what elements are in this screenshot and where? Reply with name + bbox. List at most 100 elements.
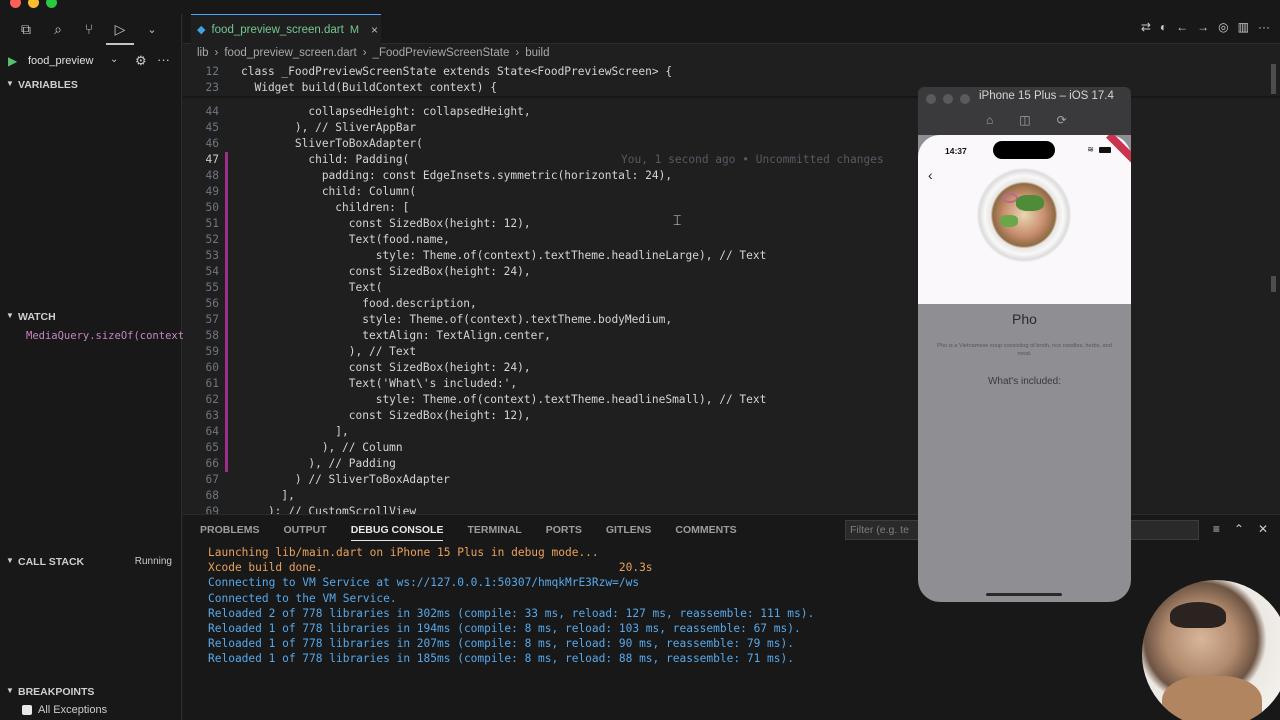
- console-line: Reloaded 2 of 778 libraries in 302ms (co…: [208, 606, 815, 620]
- close-panel-icon[interactable]: ✕: [1258, 522, 1268, 536]
- zoom-window-icon[interactable]: [960, 94, 970, 104]
- checkbox[interactable]: [22, 705, 32, 715]
- gitlens-icon[interactable]: ◎: [1218, 20, 1228, 34]
- breadcrumb-item[interactable]: lib: [197, 47, 209, 59]
- watch-section-header[interactable]: ▼ WATCH: [0, 307, 182, 327]
- breadcrumb-item[interactable]: build: [525, 47, 549, 59]
- line-number: 46: [205, 137, 219, 150]
- modified-gutter-marker: [225, 168, 228, 184]
- modified-gutter-marker: [225, 296, 228, 312]
- call-stack-section-header[interactable]: ▼ CALL STACK Running: [0, 552, 182, 572]
- line-number: 49: [205, 185, 219, 198]
- minimize-window-icon[interactable]: [28, 0, 39, 8]
- line-number: 63: [205, 409, 219, 422]
- run-config-select[interactable]: food_preview: [28, 55, 93, 67]
- phone-screen[interactable]: 14:37 ≋ ‹ Pho Pho is a Vietnamese soup c…: [918, 135, 1131, 602]
- modified-gutter-marker: [225, 344, 228, 360]
- line-number: 56: [205, 297, 219, 310]
- back-chevron-icon[interactable]: ‹: [928, 167, 933, 183]
- code-text: Widget build(BuildContext context) {: [241, 81, 497, 94]
- panel-tabs: PROBLEMS OUTPUT DEBUG CONSOLE TERMINAL PORTS…: [200, 524, 761, 541]
- breadcrumb-item[interactable]: food_preview_screen.dart: [224, 47, 356, 59]
- line-number: 54: [205, 265, 219, 278]
- close-window-icon[interactable]: [10, 0, 21, 8]
- more-actions-icon[interactable]: ···: [1258, 20, 1270, 34]
- debug-sidebar: ⧉ ⌕ ⑂ ▷ ⌄ ▶ food_preview ⌄ ⚙ ··· ▼ VARIA…: [0, 14, 190, 720]
- variables-title: VARIABLES: [18, 79, 78, 91]
- simulator-title: iPhone 15 Plus – iOS 17.4: [979, 90, 1114, 102]
- maximize-panel-icon[interactable]: ⌃: [1234, 522, 1244, 536]
- home-icon[interactable]: ⌂: [986, 113, 993, 127]
- breakpoints-section-header[interactable]: ▼ BREAKPOINTS: [0, 682, 182, 702]
- close-window-icon[interactable]: [926, 94, 936, 104]
- modified-gutter-marker: [225, 200, 228, 216]
- console-line: Reloaded 1 of 778 libraries in 207ms (co…: [208, 637, 794, 651]
- modified-gutter-marker: [225, 264, 228, 280]
- start-debugging-icon[interactable]: ▶: [8, 54, 17, 68]
- split-editor-icon[interactable]: ▥: [1238, 20, 1249, 34]
- editor-tab[interactable]: ◆ food_preview_screen.dart M ×: [191, 14, 381, 44]
- modified-gutter-marker: [225, 248, 228, 264]
- panel-tab[interactable]: PROBLEMS: [200, 524, 260, 541]
- code-text: const SizedBox(height: 12),: [241, 409, 531, 422]
- code-text: style: Theme.of(context).textTheme.headl…: [241, 393, 767, 406]
- panel-tab[interactable]: OUTPUT: [284, 524, 327, 541]
- panel-tab[interactable]: DEBUG CONSOLE: [350, 524, 444, 541]
- prev-change-icon[interactable]: ←: [1176, 20, 1188, 34]
- code-text: collapsedHeight: collapsedHeight,: [241, 105, 531, 118]
- panel-tab[interactable]: COMMENTS: [675, 524, 736, 541]
- line-number: 52: [205, 233, 219, 246]
- line-number: 57: [205, 313, 219, 326]
- modified-badge: M: [349, 23, 359, 36]
- minimize-window-icon[interactable]: [943, 94, 953, 104]
- scrollbar-thumb[interactable]: [1271, 64, 1276, 94]
- line-number: 45: [205, 121, 219, 134]
- code-text: children: [: [241, 201, 410, 214]
- modified-gutter-marker: [225, 328, 228, 344]
- code-text: ) // SliverToBoxAdapter: [241, 473, 450, 486]
- clear-console-icon[interactable]: ≡: [1213, 522, 1220, 536]
- panel-tab[interactable]: GITLENS: [606, 524, 652, 541]
- explorer-icon[interactable]: ⧉: [17, 20, 35, 38]
- source-control-icon[interactable]: ⑂: [80, 20, 98, 38]
- rotate-icon[interactable]: ⟳: [1057, 113, 1067, 127]
- close-icon[interactable]: ×: [371, 23, 378, 37]
- next-change-icon[interactable]: →: [1197, 20, 1209, 34]
- modified-gutter-marker: [225, 216, 228, 232]
- variables-section-header[interactable]: ▼ VARIABLES: [0, 75, 182, 95]
- compare-icon[interactable]: ⇄: [1141, 20, 1151, 34]
- more-actions-icon[interactable]: ···: [157, 52, 170, 67]
- run-config-bar: ▶ food_preview ⌄ ⚙ ···: [0, 50, 182, 72]
- home-indicator[interactable]: [986, 593, 1062, 596]
- dynamic-island: [993, 141, 1055, 159]
- line-number: 58: [205, 329, 219, 342]
- zoom-window-icon[interactable]: [46, 0, 57, 8]
- food-image: [976, 167, 1072, 263]
- line-number: 23: [205, 81, 219, 94]
- code-text: Text('What\'s included:',: [241, 377, 518, 390]
- code-text: food.description,: [241, 297, 477, 310]
- run-config-chevron-icon[interactable]: ⌄: [110, 54, 118, 65]
- modified-gutter-marker: [225, 424, 228, 440]
- watch-expression[interactable]: MediaQuery.sizeOf(context): [26, 330, 190, 342]
- code-text: ), // SliverAppBar: [241, 121, 417, 134]
- history-icon[interactable]: ◐: [1160, 20, 1167, 34]
- battery-icon: [1099, 146, 1111, 153]
- call-stack-status: Running: [134, 556, 172, 567]
- inline-blame: You, 1 second ago • Uncommitted changes: [621, 153, 884, 166]
- panel-tab[interactable]: TERMINAL: [467, 524, 521, 541]
- sticky-code-line[interactable]: 12 class _FoodPreviewScreenState extends …: [183, 64, 1280, 80]
- gear-icon[interactable]: ⚙: [135, 53, 147, 69]
- line-number: 55: [205, 281, 219, 294]
- all-exceptions-breakpoint[interactable]: All Exceptions: [22, 704, 107, 716]
- code-text: child: Padding(: [241, 153, 410, 166]
- more-views-chevron-icon[interactable]: ⌄: [143, 20, 161, 38]
- panel-tab[interactable]: PORTS: [546, 524, 582, 541]
- breadcrumb-item[interactable]: _FoodPreviewScreenState: [373, 47, 510, 59]
- run-debug-icon[interactable]: ▷: [111, 20, 129, 38]
- line-number: 69: [205, 505, 219, 514]
- screenshot-icon[interactable]: ◫: [1019, 113, 1030, 127]
- search-icon[interactable]: ⌕: [49, 20, 67, 38]
- breadcrumb-separator-icon: ›: [214, 47, 219, 59]
- code-text: style: Theme.of(context).textTheme.bodyM…: [241, 313, 673, 326]
